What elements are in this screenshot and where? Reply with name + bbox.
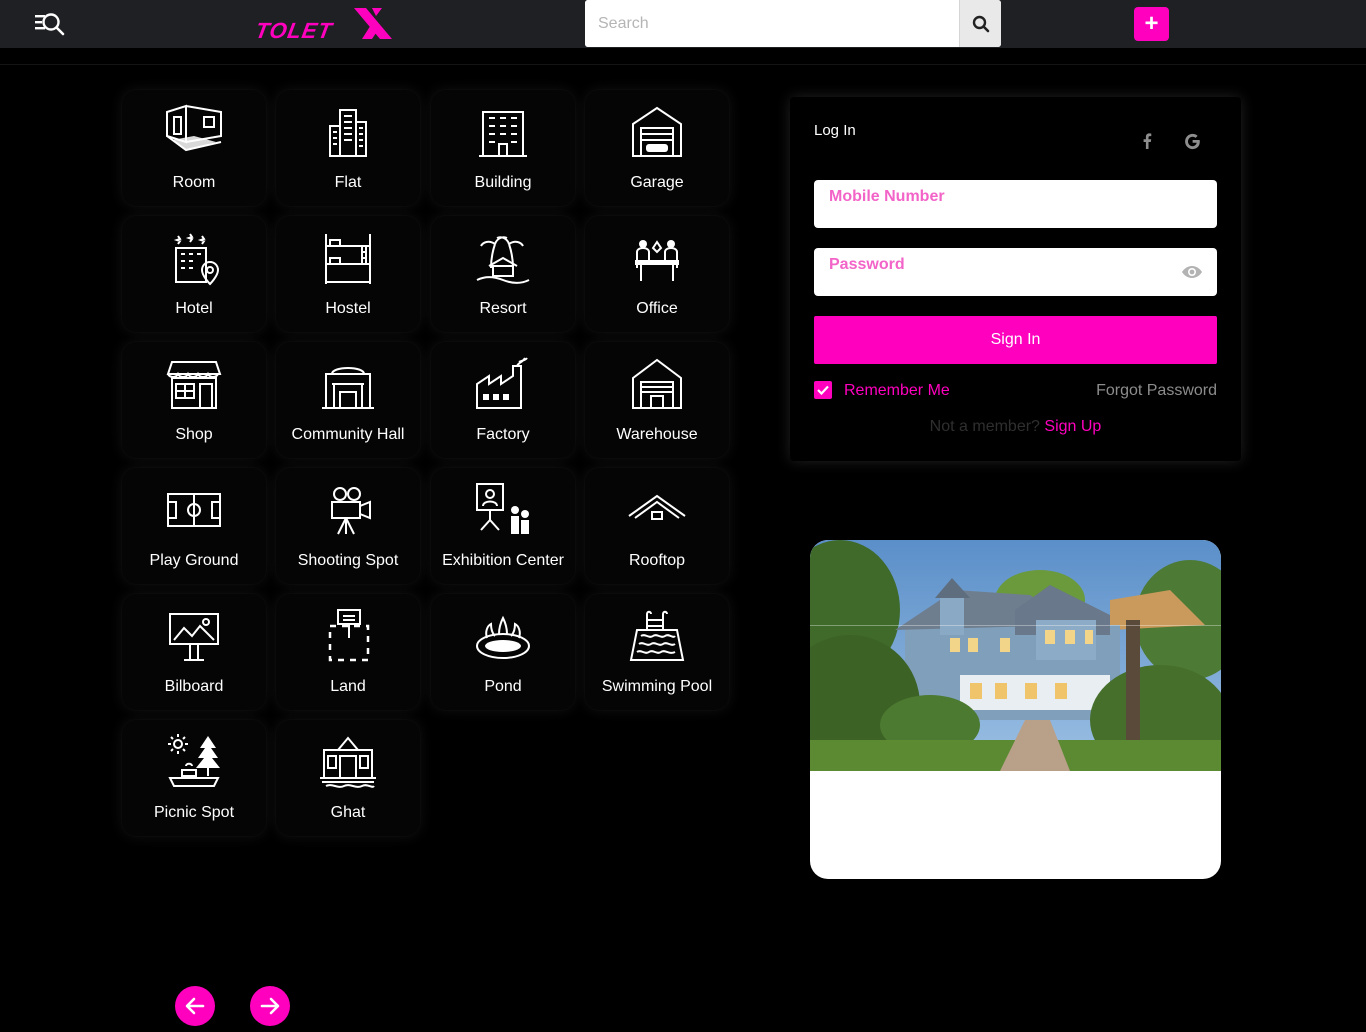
category-tile-swimming-pool[interactable]: Swimming Pool: [585, 594, 729, 710]
remember-me-checkbox[interactable]: [814, 381, 832, 399]
category-label: Rooftop: [628, 552, 686, 569]
pond-icon: [473, 606, 533, 666]
garage-icon: [627, 102, 687, 162]
search-input[interactable]: [585, 0, 959, 47]
search-icon: [972, 15, 989, 32]
category-tile-warehouse[interactable]: Warehouse: [585, 342, 729, 458]
shop-icon: [164, 354, 224, 414]
picnic-spot-icon: [164, 732, 224, 792]
building-icon: [473, 102, 533, 162]
category-label: Exhibition Center: [442, 552, 564, 569]
category-label: Factory: [476, 426, 530, 443]
category-label: Shop: [175, 426, 213, 443]
category-label: Building: [474, 174, 532, 191]
category-label: Pond: [484, 678, 522, 695]
category-label: Community Hall: [291, 426, 405, 443]
category-tile-hostel[interactable]: Hostel: [276, 216, 420, 332]
category-tile-pond[interactable]: Pond: [431, 594, 575, 710]
category-tile-billboard[interactable]: Bilboard: [122, 594, 266, 710]
mobile-number-field[interactable]: Mobile Number: [814, 180, 1217, 228]
search-button[interactable]: [959, 0, 1001, 47]
eye-icon[interactable]: [1181, 262, 1203, 282]
category-label: Room: [172, 174, 216, 191]
flat-icon: [318, 102, 378, 162]
remember-me-label[interactable]: Remember Me: [844, 382, 950, 400]
category-tile-shop[interactable]: Shop: [122, 342, 266, 458]
password-placeholder: Password: [829, 256, 905, 273]
swimming-pool-icon: [627, 606, 687, 666]
login-title: Log In: [814, 122, 856, 139]
svg-text:TOLET: TOLET: [258, 18, 336, 42]
google-icon[interactable]: [1180, 129, 1204, 153]
divider: [0, 64, 1366, 65]
house-photo: [810, 540, 1221, 771]
category-label: Warehouse: [616, 426, 698, 443]
category-label: Flat: [334, 174, 362, 191]
sign-in-button[interactable]: Sign In: [814, 316, 1217, 364]
category-label: Land: [330, 678, 366, 695]
category-tile-shooting-spot[interactable]: Shooting Spot: [276, 468, 420, 584]
category-tile-hotel[interactable]: Hotel: [122, 216, 266, 332]
resort-icon: [473, 228, 533, 288]
category-tile-room[interactable]: Room: [122, 90, 266, 206]
category-tile-exhibition-center[interactable]: Exhibition Center: [431, 468, 575, 584]
hostel-icon: [318, 228, 378, 288]
land-icon: [318, 606, 378, 666]
checkmark-icon: [817, 385, 829, 395]
category-tile-factory[interactable]: Factory: [431, 342, 575, 458]
facebook-icon[interactable]: [1135, 129, 1159, 153]
category-label: Bilboard: [164, 678, 224, 695]
mobile-number-placeholder: Mobile Number: [829, 188, 945, 205]
toletx-logo[interactable]: TOLET: [253, 6, 394, 43]
category-tile-land[interactable]: Land: [276, 594, 420, 710]
warehouse-icon: [627, 354, 687, 414]
community-hall-icon: [318, 354, 378, 414]
category-tile-rooftop[interactable]: Rooftop: [585, 468, 729, 584]
category-label: Play Ground: [149, 552, 239, 569]
category-tile-resort[interactable]: Resort: [431, 216, 575, 332]
category-tile-community-hall[interactable]: Community Hall: [276, 342, 420, 458]
category-tile-office[interactable]: Office: [585, 216, 729, 332]
category-label: Resort: [479, 300, 527, 317]
arrow-right-icon: [260, 997, 280, 1015]
next-button[interactable]: [250, 986, 290, 1026]
room-icon: [164, 102, 224, 162]
arrow-left-icon: [185, 997, 205, 1015]
password-field[interactable]: Password: [814, 248, 1217, 296]
category-tile-flat[interactable]: Flat: [276, 90, 420, 206]
exhibition-center-icon: [473, 480, 533, 540]
login-card: Log In Mobile Number Password Sign In Re…: [790, 97, 1241, 461]
category-tile-building[interactable]: Building: [431, 90, 575, 206]
featured-property-card[interactable]: [810, 540, 1221, 879]
menu-search-icon[interactable]: [33, 10, 67, 38]
category-label: Swimming Pool: [601, 678, 713, 695]
category-label: Hostel: [325, 300, 371, 317]
hotel-icon: [164, 228, 224, 288]
rooftop-icon: [627, 480, 687, 540]
office-icon: [627, 228, 687, 288]
sign-up-link[interactable]: Sign Up: [1044, 418, 1101, 435]
search-bar: [585, 0, 1001, 47]
not-member-text: Not a member?: [929, 418, 1040, 435]
top-bar: TOLET +: [0, 0, 1366, 48]
shooting-spot-icon: [318, 480, 378, 540]
billboard-icon: [164, 606, 224, 666]
ghat-icon: [318, 732, 378, 792]
category-label: Hotel: [175, 300, 213, 317]
add-listing-button[interactable]: +: [1134, 7, 1169, 41]
category-label: Ghat: [330, 804, 366, 821]
category-tile-garage[interactable]: Garage: [585, 90, 729, 206]
category-tile-play-ground[interactable]: Play Ground: [122, 468, 266, 584]
forgot-password-link[interactable]: Forgot Password: [1096, 382, 1217, 400]
category-label: Picnic Spot: [153, 804, 235, 821]
category-label: Office: [636, 300, 678, 317]
play-ground-icon: [164, 480, 224, 540]
factory-icon: [473, 354, 533, 414]
category-label: Garage: [630, 174, 684, 191]
category-tile-ghat[interactable]: Ghat: [276, 720, 420, 836]
previous-button[interactable]: [175, 986, 215, 1026]
signup-prompt: Not a member? Sign Up: [790, 418, 1241, 436]
category-label: Shooting Spot: [297, 552, 399, 569]
category-tile-picnic-spot[interactable]: Picnic Spot: [122, 720, 266, 836]
